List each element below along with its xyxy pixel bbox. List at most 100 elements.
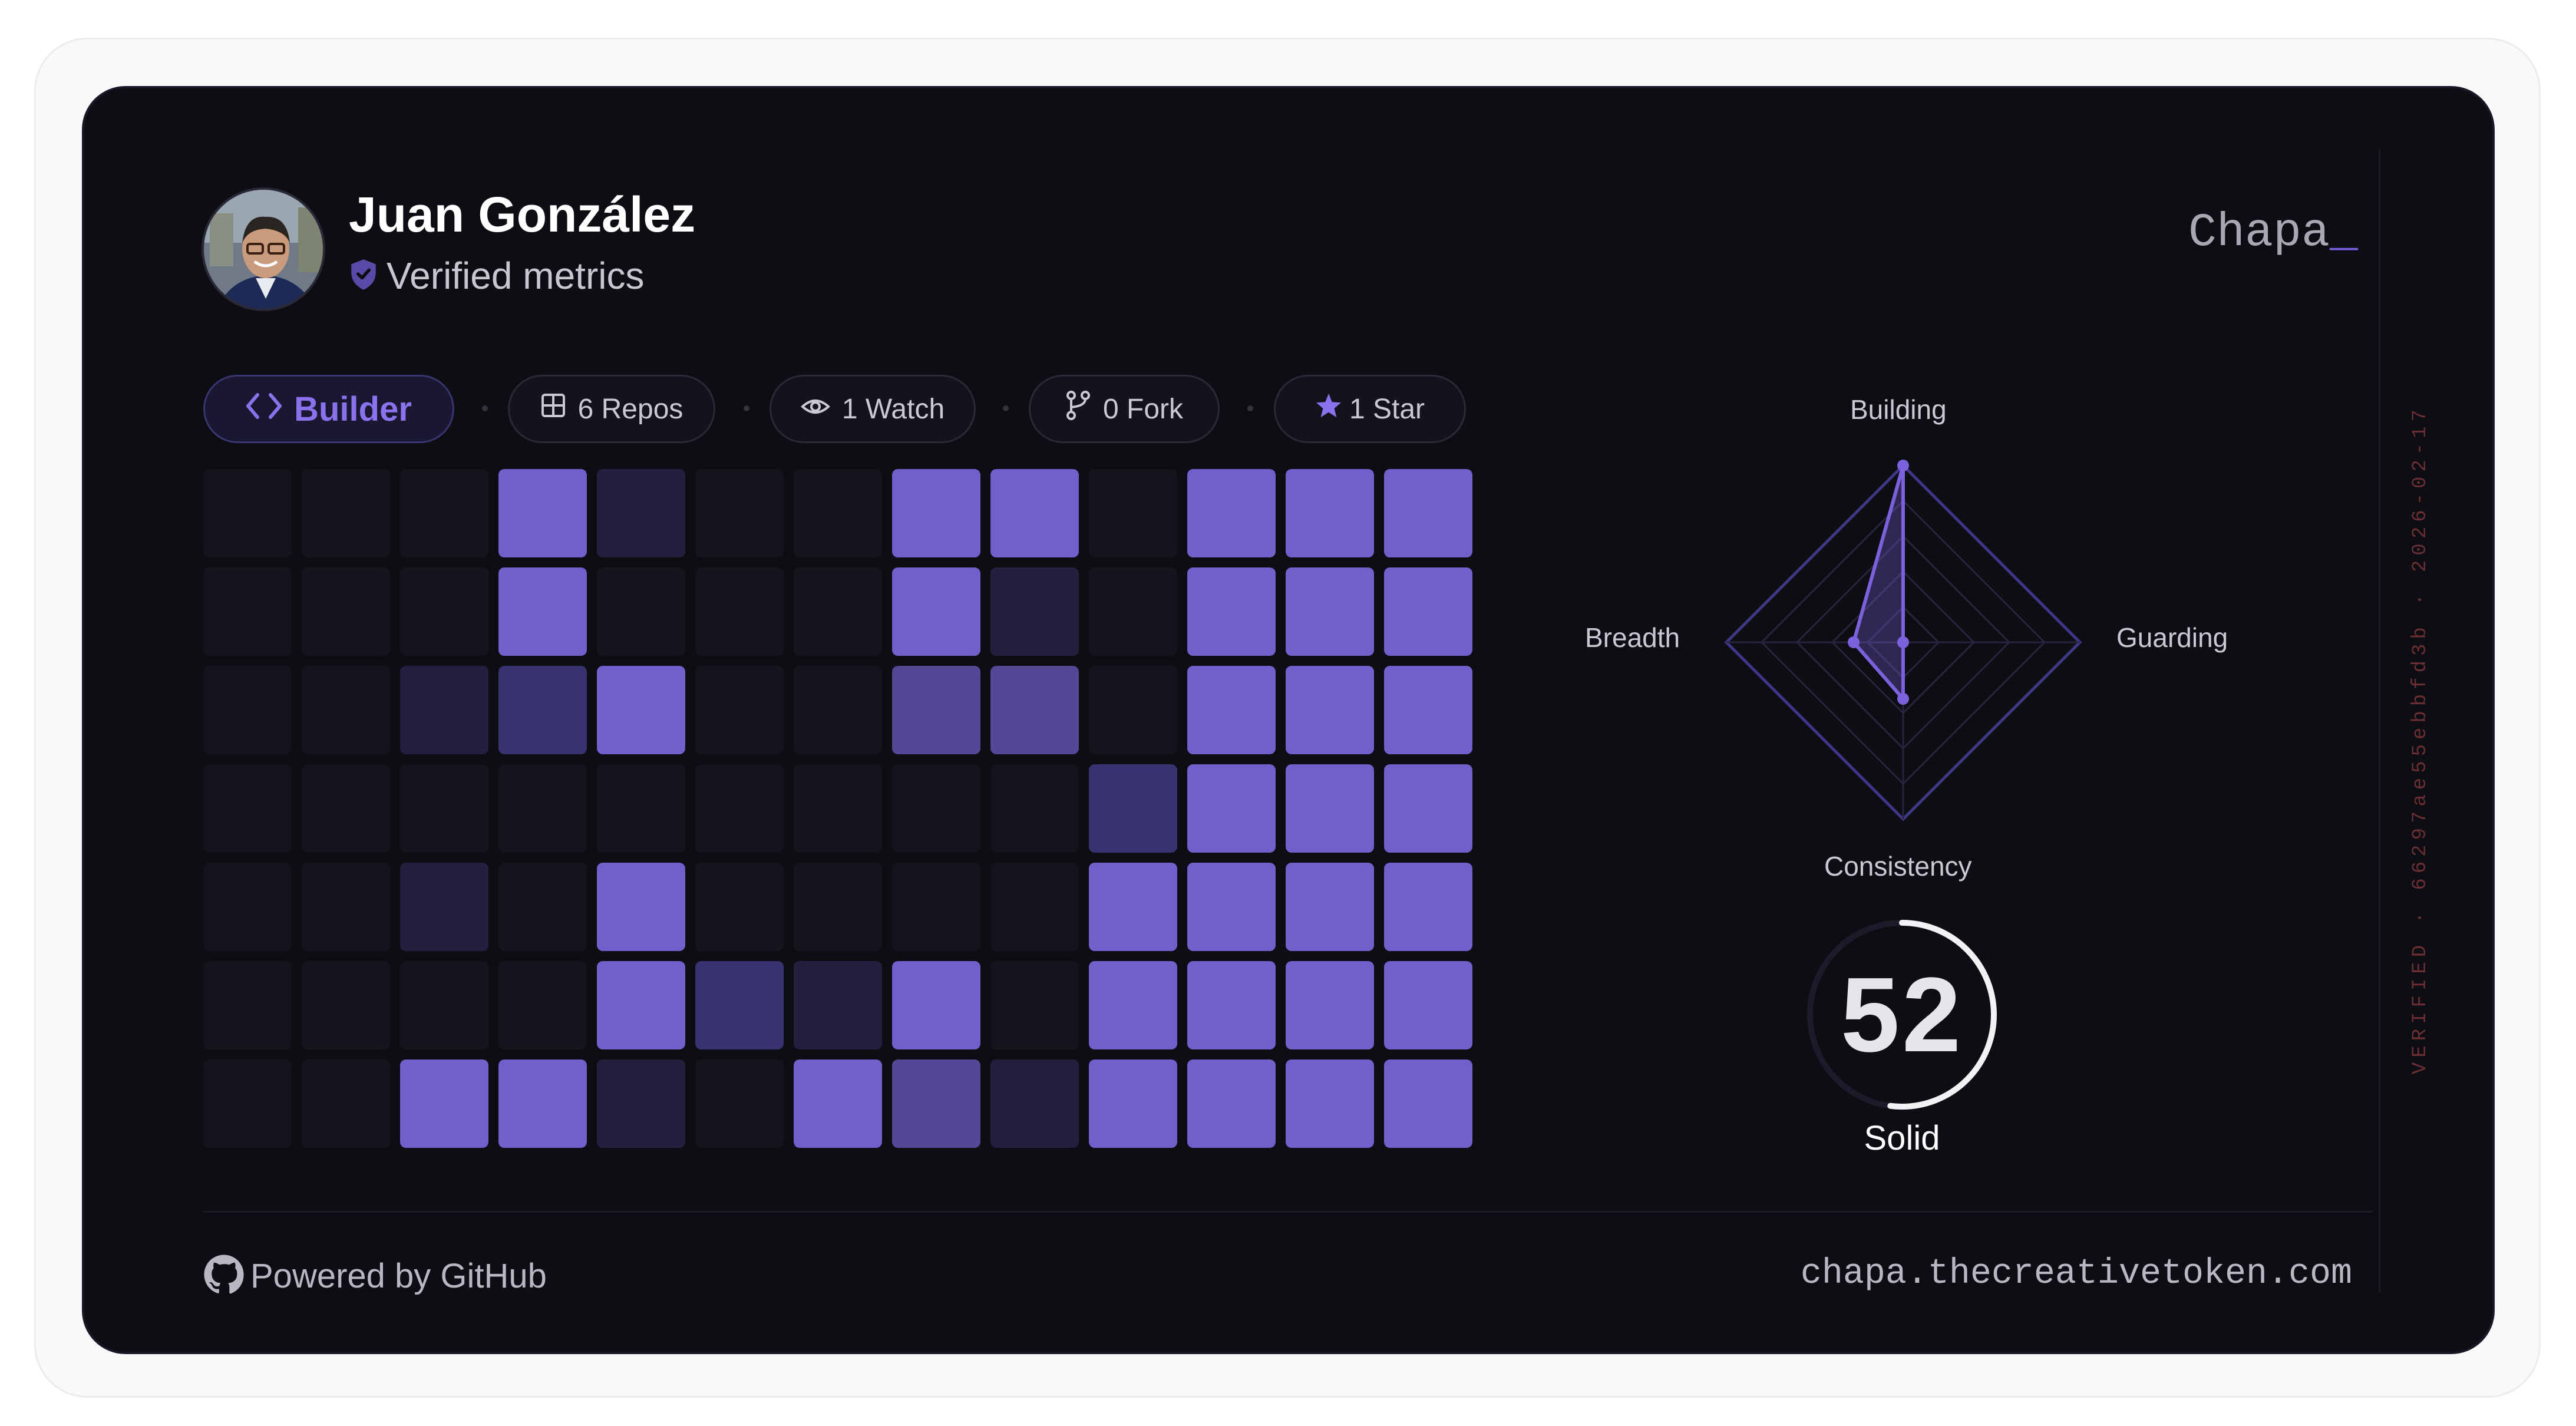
powered-by[interactable]: Powered by GitHub (203, 1254, 547, 1298)
star-badge: 1 Star (1274, 375, 1466, 443)
heatmap-cell (302, 666, 390, 754)
heatmap-cell (990, 863, 1079, 951)
heatmap-cell (1286, 469, 1374, 557)
heatmap-cell (695, 469, 784, 557)
heatmap-cell (1187, 863, 1276, 951)
heatmap-cell (1384, 469, 1472, 557)
heatmap-cell (597, 567, 685, 656)
heatmap-cell (498, 1059, 587, 1148)
heatmap-cell (794, 567, 882, 656)
heatmap-cell (695, 863, 784, 951)
heatmap-cell (1187, 1059, 1276, 1148)
heatmap-cell (203, 666, 292, 754)
brand-cursor: _ (2329, 206, 2358, 260)
heatmap-cell (1089, 567, 1177, 656)
heatmap-cell (1089, 469, 1177, 557)
brand-name: Chapa (2188, 206, 2330, 260)
shield-check-icon (349, 258, 378, 294)
radar-point (1897, 636, 1909, 648)
heatmap-cell (1384, 567, 1472, 656)
verified-badge: Verified metrics (349, 252, 644, 299)
badge-separator (482, 405, 488, 411)
code-brackets-icon (246, 389, 282, 429)
heatmap-cell (498, 863, 587, 951)
heatmap-cell (1089, 1059, 1177, 1148)
heatmap-cell (203, 469, 292, 557)
heatmap-cell (1187, 666, 1276, 754)
heatmap-cell (1187, 764, 1276, 853)
heatmap-cell (302, 1059, 390, 1148)
heatmap-cell (1286, 666, 1374, 754)
site-url-link[interactable]: chapa.thecreativetoken.com (1801, 1254, 2352, 1294)
archetype-label: Builder (294, 389, 412, 428)
heatmap-cell (1089, 666, 1177, 754)
radar-area (1852, 464, 1905, 701)
heatmap-cell (400, 1059, 488, 1148)
badge-separator (1247, 405, 1253, 411)
heatmap-cell (498, 666, 587, 754)
radar-point (1897, 460, 1909, 471)
heatmap-cell (203, 1059, 292, 1148)
heatmap-cell (1384, 764, 1472, 853)
heatmap-cell (1384, 666, 1472, 754)
radar-point (1897, 693, 1909, 705)
heatmap-cell (302, 469, 390, 557)
heatmap-cell (597, 764, 685, 853)
eye-icon (800, 393, 830, 425)
heatmap-cell (597, 666, 685, 754)
heatmap-cell (695, 764, 784, 853)
profile-name: Juan González (349, 187, 696, 242)
right-divider (2379, 149, 2380, 1292)
github-icon (203, 1254, 245, 1298)
heatmap-cell (597, 863, 685, 951)
score-label: Solid (1864, 1119, 1940, 1157)
watch-label: 1 Watch (841, 393, 945, 425)
heatmap-cell (1286, 863, 1374, 951)
heatmap-cell (400, 567, 488, 656)
heatmap-cell (1187, 469, 1276, 557)
heatmap-cell (400, 666, 488, 754)
contribution-heatmap (203, 469, 1472, 1148)
heatmap-cell (990, 567, 1079, 656)
heatmap-cell (1384, 961, 1472, 1049)
fork-badge: 0 Fork (1029, 375, 1220, 443)
heatmap-cell (302, 863, 390, 951)
heatmap-cell (892, 469, 980, 557)
heatmap-cell (1286, 1059, 1374, 1148)
avatar (202, 187, 325, 311)
heatmap-cell (203, 567, 292, 656)
heatmap-cell (498, 469, 587, 557)
heatmap-cell (794, 863, 882, 951)
grid-icon (540, 392, 566, 425)
verification-stamp: VERIFIED · 66297ae55ebbfd3b · 2026-02-17 (2409, 404, 2432, 1075)
heatmap-cell (498, 961, 587, 1049)
heatmap-cell (203, 764, 292, 853)
heatmap-cell (892, 567, 980, 656)
heatmap-cell (990, 764, 1079, 853)
heatmap-cell (1187, 567, 1276, 656)
heatmap-cell (1187, 961, 1276, 1049)
heatmap-cell (597, 469, 685, 557)
heatmap-cell (1089, 863, 1177, 951)
heatmap-cell (1286, 567, 1374, 656)
heatmap-cell (794, 666, 882, 754)
heatmap-cell (990, 1059, 1079, 1148)
fork-label: 0 Fork (1102, 393, 1184, 425)
heatmap-cell (794, 1059, 882, 1148)
footer-divider (203, 1211, 2373, 1213)
heatmap-cell (400, 961, 488, 1049)
radar-label-consistency: Consistency (1824, 851, 1972, 882)
heatmap-cell (597, 1059, 685, 1148)
heatmap-cell (892, 961, 980, 1049)
heatmap-cell (794, 961, 882, 1049)
heatmap-cell (400, 469, 488, 557)
fork-icon (1065, 391, 1091, 427)
heatmap-cell (302, 764, 390, 853)
heatmap-cell (990, 666, 1079, 754)
heatmap-cell (203, 961, 292, 1049)
heatmap-cell (794, 764, 882, 853)
watch-badge: 1 Watch (770, 375, 976, 443)
brand-logo: Chapa_ (2188, 206, 2358, 260)
radar-label-building: Building (1850, 394, 1947, 425)
heatmap-cell (990, 961, 1079, 1049)
